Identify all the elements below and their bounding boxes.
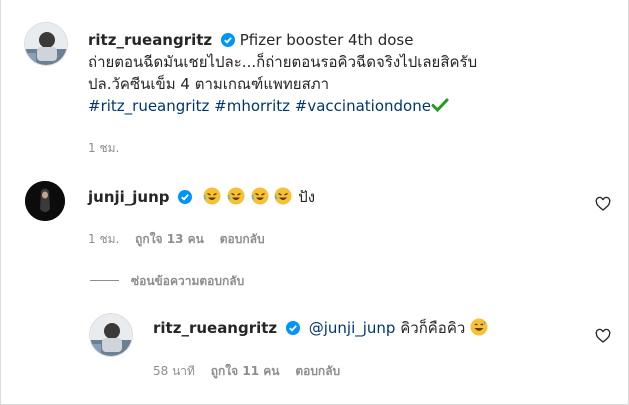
- post-caption-line1: ritz_rueangritz Pfizer booster 4th dose: [88, 30, 413, 53]
- reply-likes[interactable]: ถูกใจ 11 คน: [211, 364, 280, 378]
- comment-meta: 1 ชม. ถูกใจ 13 คน ตอบกลับ: [88, 230, 277, 249]
- hashtag-link[interactable]: #mhorritz: [214, 97, 290, 115]
- verified-badge-icon: [285, 320, 300, 341]
- reply-button[interactable]: ตอบกลับ: [295, 364, 340, 378]
- mention-link[interactable]: @junji_junp: [309, 319, 396, 337]
- caption-line3: ปล.วัคซีนเข็ม 4 ตามเกณฑ์แพทยสภา: [88, 75, 330, 93]
- caption-title: Pfizer booster 4th dose: [239, 31, 414, 49]
- author-username[interactable]: ritz_rueangritz: [88, 31, 212, 49]
- commenter-username[interactable]: junji_junp: [88, 188, 170, 206]
- comment-text: ปัง: [298, 188, 316, 206]
- hashtags-row: #ritz_rueangritz #mhorritz #vaccinationd…: [88, 96, 449, 117]
- comment-line: junji_junp ปัง: [88, 187, 315, 210]
- comment-time[interactable]: 1 ชม.: [88, 232, 119, 246]
- caption-line2: ถ่ายตอนฉีดมันเชยไปละ...ก็ถ่ายตอนรอคิวฉีด…: [88, 53, 478, 71]
- comments-panel: ritz_rueangritz Pfizer booster 4th dose …: [0, 0, 629, 405]
- commenter-avatar[interactable]: [25, 181, 65, 221]
- reply-button[interactable]: ตอบกลับ: [220, 232, 265, 246]
- reply-author-avatar[interactable]: [89, 313, 133, 357]
- replies-divider: [90, 280, 119, 281]
- rofl-emoji-icon: [274, 187, 293, 206]
- reply-username[interactable]: ritz_rueangritz: [153, 319, 277, 337]
- check-mark-icon: [431, 97, 449, 115]
- grinning-sweat-emoji-icon: [470, 318, 489, 337]
- hashtag-link[interactable]: #ritz_rueangritz: [88, 97, 209, 115]
- hashtag-link[interactable]: #vaccinationdone: [295, 97, 431, 115]
- like-heart-icon[interactable]: [595, 328, 611, 344]
- reply-meta: 58 นาที ถูกใจ 11 คน ตอบกลับ: [153, 362, 352, 381]
- verified-badge-icon: [220, 32, 235, 53]
- comment-likes[interactable]: ถูกใจ 13 คน: [135, 232, 204, 246]
- post-time[interactable]: 1 ชม.: [88, 139, 131, 158]
- reply-time[interactable]: 58 นาที: [153, 364, 195, 378]
- rofl-emoji-icon: [203, 187, 222, 206]
- reply-text: คิวก็คือคิว: [400, 319, 466, 337]
- verified-badge-icon: [178, 189, 193, 210]
- rofl-emoji-icon: [227, 187, 246, 206]
- reply-line: ritz_rueangritz @junji_junp คิวก็คือคิว: [153, 318, 489, 341]
- rofl-emoji-icon: [251, 187, 270, 206]
- hide-replies-button[interactable]: ซ่อนข้อความตอบกลับ: [131, 272, 244, 291]
- like-heart-icon[interactable]: [595, 196, 611, 212]
- author-avatar[interactable]: [24, 22, 68, 66]
